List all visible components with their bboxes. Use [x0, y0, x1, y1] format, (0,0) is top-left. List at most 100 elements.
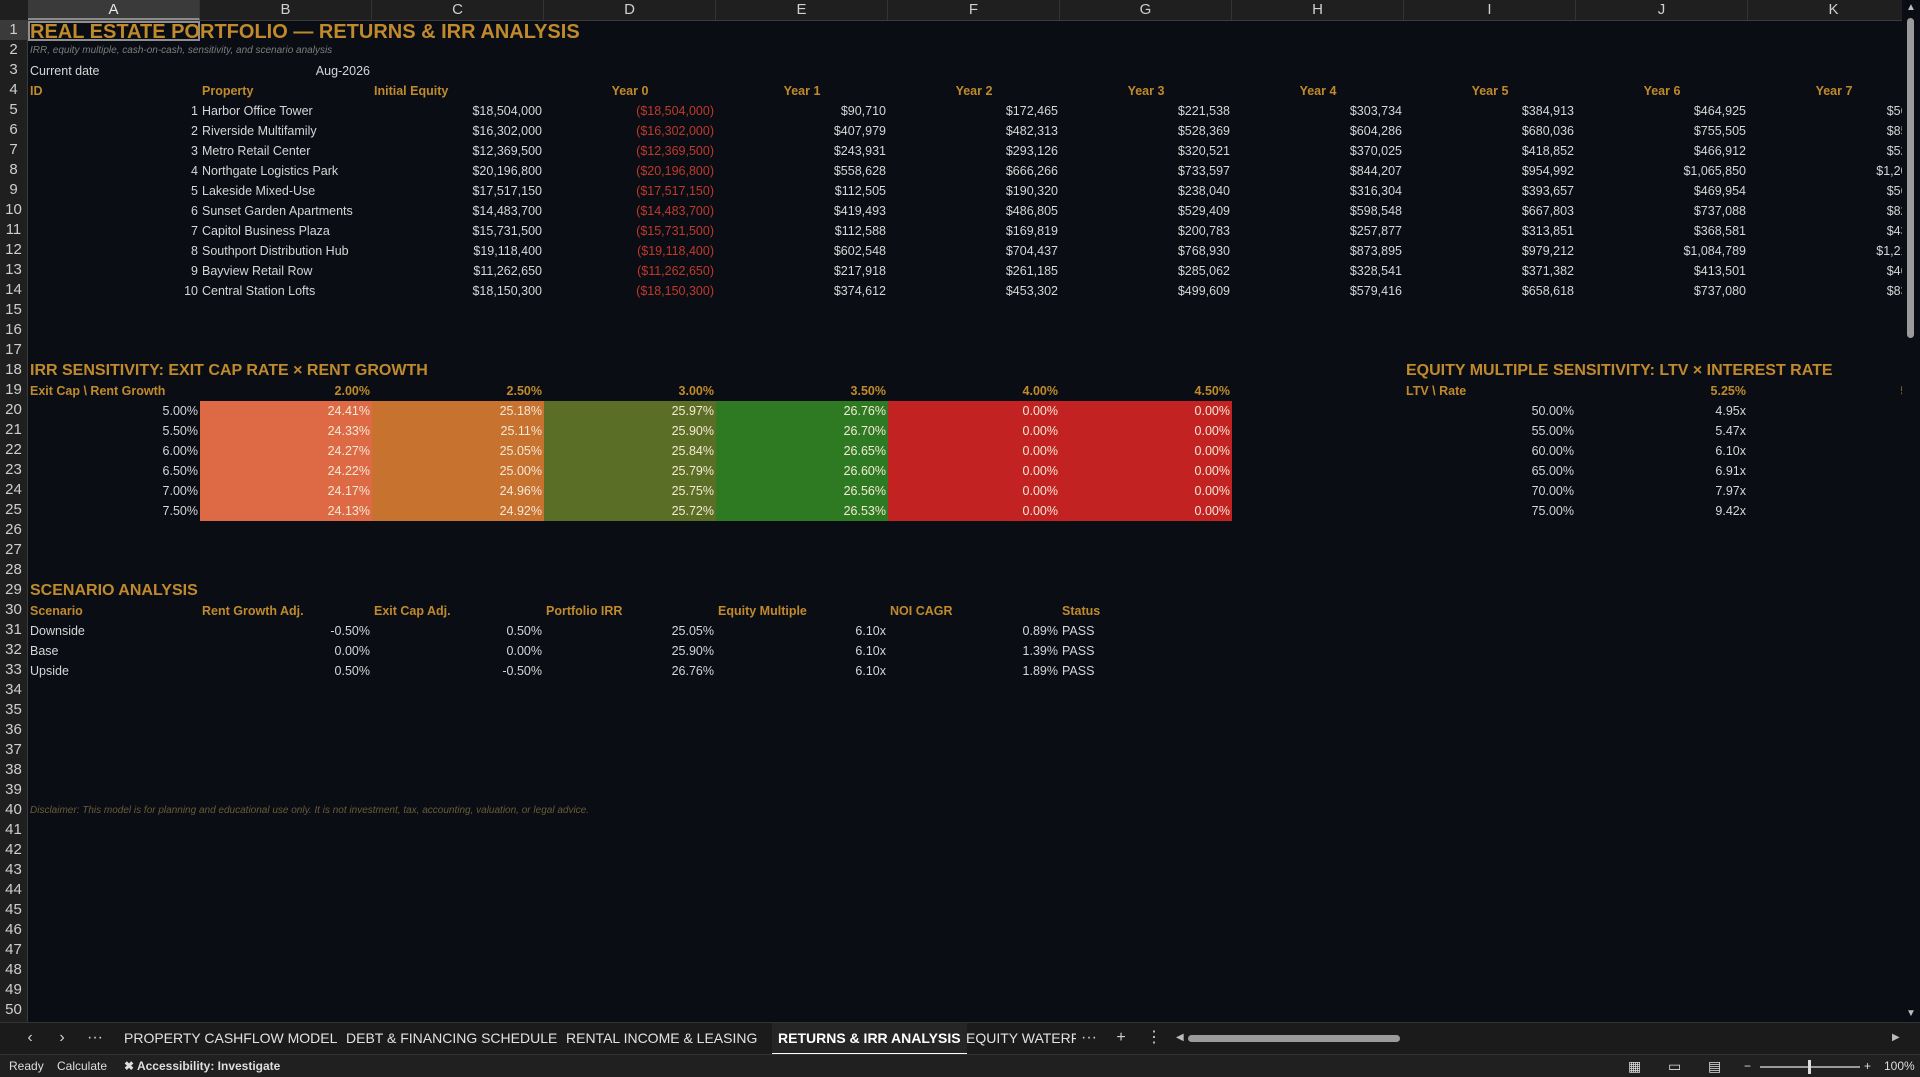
- year0-cashflow[interactable]: ($17,517,150): [544, 181, 716, 201]
- sheet-tab[interactable]: PROPERTY CASHFLOW MODEL: [118, 1023, 343, 1053]
- equity-ltv-label[interactable]: 55.00%: [1404, 421, 1576, 441]
- irr-sensitivity-cell[interactable]: 24.96%: [372, 481, 544, 501]
- scenario-cell[interactable]: -0.50%: [200, 621, 372, 641]
- year-cashflow[interactable]: $313,851: [1404, 221, 1576, 241]
- row-header-43[interactable]: 43: [0, 860, 27, 880]
- equity-rate-header[interactable]: 5.7: [1748, 381, 1902, 401]
- equity-rate-header[interactable]: 5.25%: [1576, 381, 1748, 401]
- year0-cashflow[interactable]: ($20,196,800): [544, 161, 716, 181]
- scenario-header[interactable]: Status: [1060, 601, 1232, 621]
- year-cashflow[interactable]: $221,538: [1060, 101, 1232, 121]
- irr-sensitivity-cell[interactable]: 25.00%: [372, 461, 544, 481]
- scenario-cell[interactable]: 6.10x: [716, 621, 888, 641]
- irr-rent-growth-header[interactable]: 3.50%: [716, 381, 888, 401]
- row-header-27[interactable]: 27: [0, 540, 27, 560]
- row-header-33[interactable]: 33: [0, 660, 27, 680]
- add-sheet-button[interactable]: +: [1110, 1023, 1132, 1053]
- year-cashflow[interactable]: $217,918: [716, 261, 888, 281]
- property-name[interactable]: Southport Distribution Hub: [200, 241, 372, 261]
- current-date-value[interactable]: Aug-2026: [200, 61, 372, 81]
- property-name[interactable]: Metro Retail Center: [200, 141, 372, 161]
- row-header-30[interactable]: 30: [0, 600, 27, 620]
- column-header-h[interactable]: H: [1232, 0, 1404, 20]
- row-header-15[interactable]: 15: [0, 300, 27, 320]
- equity-multiple-cell[interactable]: 4.: [1748, 401, 1902, 421]
- year-cashflow[interactable]: $837,: [1748, 281, 1902, 301]
- irr-sensitivity-cell[interactable]: 0.00%: [1060, 481, 1232, 501]
- row-header-26[interactable]: 26: [0, 520, 27, 540]
- scenario-header[interactable]: Scenario: [28, 601, 200, 621]
- year-cashflow[interactable]: $737,088: [1576, 201, 1748, 221]
- row-header-37[interactable]: 37: [0, 740, 27, 760]
- row-header-46[interactable]: 46: [0, 920, 27, 940]
- scenario-cell[interactable]: 6.10x: [716, 661, 888, 681]
- property-id[interactable]: 9: [28, 261, 200, 281]
- irr-sensitivity-cell[interactable]: 25.05%: [372, 441, 544, 461]
- irr-sensitivity-cell[interactable]: 24.22%: [200, 461, 372, 481]
- row-header-48[interactable]: 48: [0, 960, 27, 980]
- calculate-button[interactable]: Calculate: [57, 1055, 107, 1077]
- scenario-header[interactable]: NOI CAGR: [888, 601, 1060, 621]
- year-cashflow[interactable]: $316,304: [1232, 181, 1404, 201]
- scenario-cell[interactable]: Upside: [28, 661, 200, 681]
- chevron-left-icon[interactable]: ‹: [20, 1023, 40, 1053]
- property-id[interactable]: 7: [28, 221, 200, 241]
- year0-cashflow[interactable]: ($18,150,300): [544, 281, 716, 301]
- page-break-preview-icon[interactable]: ▤: [1708, 1055, 1721, 1077]
- year-cashflow[interactable]: $257,877: [1232, 221, 1404, 241]
- scenario-cell[interactable]: 0.50%: [200, 661, 372, 681]
- year0-cashflow[interactable]: ($11,262,650): [544, 261, 716, 281]
- year-cashflow[interactable]: $528,369: [1060, 121, 1232, 141]
- year-cashflow[interactable]: $565,: [1748, 101, 1902, 121]
- year-cashflow[interactable]: $407,979: [716, 121, 888, 141]
- zoom-out-button[interactable]: −: [1744, 1055, 1751, 1077]
- irr-sensitivity-cell[interactable]: 25.75%: [544, 481, 716, 501]
- equity-multiple-cell[interactable]: 5.47x: [1576, 421, 1748, 441]
- irr-sensitivity-cell[interactable]: 24.92%: [372, 501, 544, 521]
- initial-equity[interactable]: $18,150,300: [372, 281, 544, 301]
- sheet-subtitle[interactable]: IRR, equity multiple, cash-on-cash, sens…: [28, 41, 1060, 61]
- year-cashflow[interactable]: $667,803: [1404, 201, 1576, 221]
- row-header-29[interactable]: 29: [0, 580, 27, 600]
- year-cashflow[interactable]: $954,992: [1404, 161, 1576, 181]
- irr-sensitivity-cell[interactable]: 0.00%: [888, 461, 1060, 481]
- irr-sensitivity-cell[interactable]: 24.27%: [200, 441, 372, 461]
- property-name[interactable]: Northgate Logistics Park: [200, 161, 372, 181]
- scenario-cell[interactable]: 0.00%: [200, 641, 372, 661]
- property-name[interactable]: Bayview Retail Row: [200, 261, 372, 281]
- row-header-18[interactable]: 18: [0, 360, 27, 380]
- vertical-scrollbar[interactable]: ▲ ▼: [1902, 0, 1920, 1022]
- initial-equity[interactable]: $17,517,150: [372, 181, 544, 201]
- scenario-cell[interactable]: 25.90%: [544, 641, 716, 661]
- equity-multiple-cell[interactable]: 7.: [1748, 481, 1902, 501]
- year-cashflow[interactable]: $90,710: [716, 101, 888, 121]
- column-header-f[interactable]: F: [888, 0, 1060, 20]
- scenario-header[interactable]: Portfolio IRR: [544, 601, 716, 621]
- row-header-12[interactable]: 12: [0, 240, 27, 260]
- row-header-6[interactable]: 6: [0, 120, 27, 140]
- year-cashflow[interactable]: $824,: [1748, 201, 1902, 221]
- scenario-cell[interactable]: 1.89%: [888, 661, 1060, 681]
- row-header-22[interactable]: 22: [0, 440, 27, 460]
- year-cashflow[interactable]: $169,819: [888, 221, 1060, 241]
- scenario-cell[interactable]: 6.10x: [716, 641, 888, 661]
- year-cashflow[interactable]: $466,912: [1576, 141, 1748, 161]
- irr-exit-cap-label[interactable]: 7.50%: [28, 501, 200, 521]
- initial-equity[interactable]: $16,302,000: [372, 121, 544, 141]
- chevron-right-icon[interactable]: ›: [52, 1023, 72, 1053]
- column-header-g[interactable]: G: [1060, 0, 1232, 20]
- scenario-header[interactable]: Equity Multiple: [716, 601, 888, 621]
- equity-multiple-cell[interactable]: 6.: [1748, 461, 1902, 481]
- equity-multiple-cell[interactable]: 9.42x: [1576, 501, 1748, 521]
- scenario-cell[interactable]: Downside: [28, 621, 200, 641]
- horizontal-scroll-thumb[interactable]: [1188, 1035, 1400, 1042]
- property-id[interactable]: 10: [28, 281, 200, 301]
- property-id[interactable]: 5: [28, 181, 200, 201]
- row-header-9[interactable]: 9: [0, 180, 27, 200]
- equity-ltv-label[interactable]: 70.00%: [1404, 481, 1576, 501]
- year-cashflow[interactable]: $499,609: [1060, 281, 1232, 301]
- row-header-34[interactable]: 34: [0, 680, 27, 700]
- property-name[interactable]: Capitol Business Plaza: [200, 221, 372, 241]
- irr-sensitivity-cell[interactable]: 26.56%: [716, 481, 888, 501]
- row-header-13[interactable]: 13: [0, 260, 27, 280]
